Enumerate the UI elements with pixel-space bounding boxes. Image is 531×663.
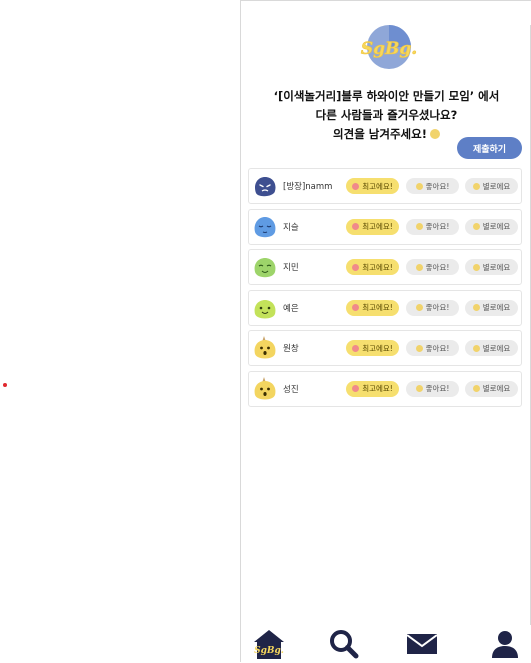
nav-logo-text: SgBg. — [254, 646, 284, 656]
headline-line-3-text: 의견을 남겨주세요! — [333, 127, 427, 141]
sgbg-logo: SgBg. — [356, 21, 422, 73]
member-row: 지민 최고에요! 좋아요! 별로에요 — [248, 249, 522, 286]
yellow-unicorn-blob-face-icon — [254, 376, 276, 400]
member-row: 원창 최고에요! 좋아요! 별로에요 — [248, 330, 522, 367]
magnifier-icon — [330, 630, 359, 659]
member-name: 원창 — [283, 344, 299, 355]
navy-blob-angry-face-icon — [255, 177, 276, 197]
smile-emoji-icon — [415, 263, 423, 271]
member-row: [방장]namm 최고에요! 좋아요! 별로에요 — [248, 168, 522, 204]
member-name: 지슬 — [283, 222, 299, 233]
good-reaction-label: 좋아요! — [425, 343, 450, 353]
meh-emoji-icon — [472, 223, 480, 231]
nav-search-button[interactable] — [326, 627, 362, 661]
app-frame: SgBg. ‘[이색놀거리]블루 하와이안 만들기 모임’ 에서 다른 사람들과… — [240, 0, 531, 662]
good-reaction-button[interactable]: 좋아요! — [406, 299, 459, 316]
house-logo-icon: SgBg. — [254, 630, 284, 659]
best-reaction-button[interactable]: 최고에요! — [346, 178, 399, 194]
nav-home-button[interactable]: SgBg. — [251, 627, 287, 661]
meh-reaction-label: 별로에요 — [482, 343, 511, 353]
member-row: 성진 최고에요! 좋아요! 별로에요 — [248, 370, 522, 407]
smile-emoji-icon — [415, 182, 423, 190]
bottom-nav: SgBg. — [241, 625, 531, 663]
meh-reaction-label: 별로에요 — [482, 384, 511, 394]
meh-reaction-button[interactable]: 별로에요 — [465, 259, 518, 276]
meh-emoji-icon — [472, 182, 480, 190]
smile-emoji-icon — [415, 223, 423, 231]
heart-emoji-icon — [352, 385, 360, 393]
meh-reaction-label: 별로에요 — [482, 262, 511, 272]
best-reaction-button[interactable]: 최고에요! — [346, 380, 399, 397]
good-reaction-button[interactable]: 좋아요! — [406, 178, 459, 194]
heart-emoji-icon — [352, 223, 360, 231]
member-list: [방장]namm 최고에요! 좋아요! 별로에요 지슬 최고에요! 좋아요! 별… — [248, 168, 522, 412]
best-reaction-label: 최고에요! — [362, 262, 393, 272]
meh-reaction-button[interactable]: 별로에요 — [465, 340, 518, 357]
heart-emoji-icon — [352, 263, 360, 271]
yellow-unicorn-blob-face-icon — [254, 336, 276, 359]
good-reaction-button[interactable]: 좋아요! — [406, 218, 459, 235]
logo-text: SgBg. — [361, 39, 417, 59]
heart-emoji-icon — [352, 182, 360, 190]
best-reaction-button[interactable]: 최고에요! — [346, 259, 399, 276]
nav-messages-button[interactable] — [404, 627, 440, 661]
blue-blob-sleepy-face-icon — [254, 216, 276, 237]
best-reaction-label: 최고에요! — [362, 384, 393, 394]
good-reaction-button[interactable]: 좋아요! — [406, 380, 459, 397]
member-name: 지민 — [283, 263, 299, 274]
meh-emoji-icon — [472, 385, 480, 393]
meh-emoji-icon — [472, 263, 480, 271]
best-reaction-label: 최고에요! — [362, 343, 393, 353]
best-reaction-button[interactable]: 최고에요! — [346, 340, 399, 357]
good-reaction-label: 좋아요! — [425, 181, 450, 191]
member-name: 성진 — [283, 384, 299, 395]
meh-reaction-button[interactable]: 별로에요 — [465, 299, 518, 316]
best-reaction-button[interactable]: 최고에요! — [346, 218, 399, 235]
best-reaction-label: 최고에요! — [362, 303, 393, 313]
headline-line-1: ‘[이색놀거리]블루 하와이안 만들기 모임’ 에서 — [273, 89, 500, 103]
best-reaction-label: 최고에요! — [362, 222, 393, 232]
meh-reaction-label: 별로에요 — [482, 303, 511, 313]
member-row: 지슬 최고에요! 좋아요! 별로에요 — [248, 208, 522, 245]
page-headline: ‘[이색놀거리]블루 하와이안 만들기 모임’ 에서 다른 사람들과 즐거우셨나… — [241, 87, 531, 144]
headline-line-2: 다른 사람들과 즐거우셨나요? — [315, 108, 458, 122]
member-row: 예은 최고에요! 좋아요! 별로에요 — [248, 289, 522, 326]
smile-emoji-icon — [415, 385, 423, 393]
smile-emoji-icon — [429, 129, 440, 139]
good-reaction-label: 좋아요! — [425, 222, 450, 232]
meh-reaction-button[interactable]: 별로에요 — [465, 178, 518, 194]
good-reaction-button[interactable]: 좋아요! — [406, 340, 459, 357]
smile-emoji-icon — [415, 344, 423, 352]
submit-button[interactable]: 제출하기 — [457, 137, 522, 159]
good-reaction-button[interactable]: 좋아요! — [406, 259, 459, 276]
meh-reaction-label: 별로에요 — [482, 181, 511, 191]
best-reaction-button[interactable]: 최고에요! — [346, 299, 399, 316]
good-reaction-label: 좋아요! — [425, 303, 450, 313]
good-reaction-label: 좋아요! — [425, 384, 450, 394]
nav-profile-button[interactable] — [487, 627, 523, 661]
green-blob-smile-face-icon — [254, 258, 276, 278]
smile-emoji-icon — [415, 304, 423, 312]
person-icon — [492, 631, 518, 658]
meh-emoji-icon — [472, 344, 480, 352]
red-dot-marker — [3, 383, 7, 387]
meh-reaction-label: 별로에요 — [482, 222, 511, 232]
member-name: 예은 — [283, 303, 299, 314]
envelope-icon — [406, 634, 438, 654]
good-reaction-label: 좋아요! — [425, 262, 450, 272]
lime-blob-smile-face-icon — [254, 299, 276, 319]
heart-emoji-icon — [352, 344, 360, 352]
meh-reaction-button[interactable]: 별로에요 — [465, 380, 518, 397]
member-name: [방장]namm — [283, 182, 333, 192]
heart-emoji-icon — [352, 304, 360, 312]
meh-reaction-button[interactable]: 별로에요 — [465, 218, 518, 235]
meh-emoji-icon — [472, 304, 480, 312]
best-reaction-label: 최고에요! — [362, 181, 393, 191]
